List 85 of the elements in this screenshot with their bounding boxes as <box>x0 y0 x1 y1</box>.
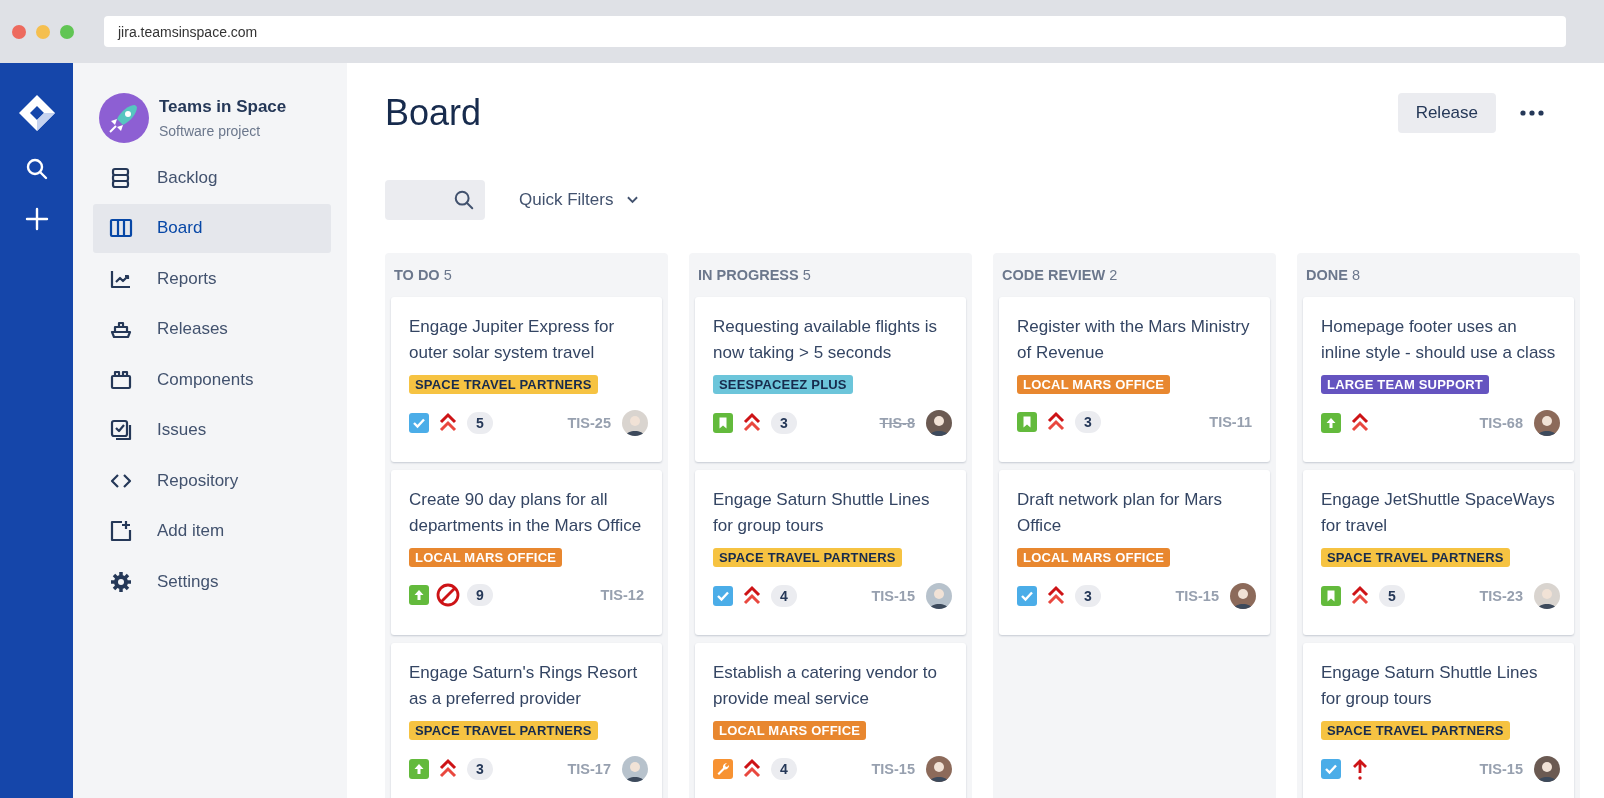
column-title: IN PROGRESS <box>698 267 799 283</box>
nav-item[interactable]: Issues <box>93 405 331 455</box>
plus-icon[interactable] <box>24 207 49 231</box>
more-icon[interactable] <box>1520 110 1544 116</box>
column-title: CODE REVIEW <box>1002 267 1106 283</box>
nav-item[interactable]: Settings <box>93 557 331 606</box>
column-count: 5 <box>802 267 811 283</box>
issue-label: SEESPACEEZ PLUS <box>713 375 853 394</box>
column-count: 2 <box>1109 267 1118 283</box>
issues-icon <box>109 418 133 442</box>
issue-card[interactable]: Engage Saturn's Rings Resort as a preferred provider SPACE TRAVEL PARTNERS 3 TIS-17 <box>391 643 662 798</box>
issue-card[interactable]: Register with the Mars Ministry of Revenue LOCAL MARS OFFICE 3 TIS-11 <box>999 297 1270 462</box>
issue-card[interactable]: Establish a catering vendor to provide meal service LOCAL MARS OFFICE 4 TIS-15 <box>695 643 966 798</box>
story-points: 5 <box>467 412 493 434</box>
issue-title: Requesting available flights is now taking > 5 seconds <box>713 316 938 364</box>
issue-card[interactable]: Engage Saturn Shuttle Lines for group tours SPACE TRAVEL PARTNERS 4 TIS-15 <box>695 470 966 635</box>
board-icon <box>109 216 133 240</box>
issue-title: Engage Saturn's Rings Resort as a preferred provider <box>409 662 639 710</box>
nav-item[interactable]: Backlog <box>93 153 331 202</box>
bookmark-icon <box>1017 412 1037 432</box>
story-points: 4 <box>771 758 797 780</box>
issue-title: Homepage footer uses an inline style - should use a class <box>1321 316 1557 364</box>
issue-card[interactable]: Homepage footer uses an inline style - should use a class LARGE TEAM SUPPORT TIS-68 <box>1303 297 1574 462</box>
story-points: 5 <box>1379 585 1405 607</box>
issue-title: Create 90 day plans for all departments in the Mars Office <box>409 489 643 537</box>
checkbox-icon <box>1017 586 1037 606</box>
issue-label: SPACE TRAVEL PARTNERS <box>1321 721 1510 740</box>
story-points: 3 <box>1075 585 1101 607</box>
column-count: 8 <box>1351 267 1360 283</box>
issue-label: LOCAL MARS OFFICE <box>409 548 563 567</box>
blocked-icon <box>436 583 460 607</box>
issue-card[interactable]: Requesting available flights is now taking > 5 seconds SEESPACEEZ PLUS 3 TIS-8 <box>695 297 966 462</box>
wrench-icon <box>713 759 733 779</box>
search-field[interactable] <box>385 180 485 220</box>
settings-icon <box>109 569 133 594</box>
add-icon <box>109 519 133 543</box>
story-points: 3 <box>771 412 797 434</box>
issue-card[interactable]: Engage JetShuttle SpaceWays for travel SPACE TRAVEL PARTNERS 5 TIS-23 <box>1303 470 1574 635</box>
search-icon <box>453 189 475 211</box>
issue-label: LOCAL MARS OFFICE <box>713 721 867 740</box>
checkbox-icon <box>713 586 733 606</box>
issue-title: Establish a catering vendor to provide meal service <box>713 662 938 710</box>
nav-item[interactable]: Releases <box>93 304 331 354</box>
column-count: 5 <box>443 267 452 283</box>
nav-item[interactable]: Add item <box>93 506 331 556</box>
issue-label: SPACE TRAVEL PARTNERS <box>1321 548 1510 567</box>
issue-title: Engage Saturn Shuttle Lines for group tours <box>1321 662 1539 710</box>
nav-item[interactable]: Repository <box>93 456 331 505</box>
nav-item[interactable]: Components <box>93 355 331 404</box>
issue-card[interactable]: Create 90 day plans for all departments in the Mars Office LOCAL MARS OFFICE 9 TIS-12 <box>391 470 662 635</box>
story-points: 3 <box>467 758 493 780</box>
column-title: DONE <box>1306 267 1348 283</box>
project-name: Teams in Space <box>159 97 287 117</box>
story-points: 4 <box>771 585 797 607</box>
issue-label: LARGE TEAM SUPPORT <box>1321 375 1489 394</box>
issue-title: Engage Saturn Shuttle Lines for group tours <box>713 489 931 537</box>
quick-filters-dropdown[interactable]: Quick Filters <box>513 189 645 211</box>
release-button[interactable]: Release <box>1397 93 1496 133</box>
search-icon[interactable] <box>24 157 49 181</box>
bookmark-icon <box>1321 586 1341 606</box>
issue-label: SPACE TRAVEL PARTNERS <box>409 375 598 394</box>
chevron-down-icon <box>627 196 639 204</box>
rocket-icon <box>99 93 149 143</box>
checkbox-icon <box>1321 759 1341 779</box>
issue-card[interactable]: Draft network plan for Mars Office LOCAL MARS OFFICE 3 TIS-15 <box>999 470 1270 635</box>
checkbox-icon <box>409 413 429 433</box>
column-title: TO DO <box>394 267 440 283</box>
issue-title: Engage JetShuttle SpaceWays for travel <box>1321 489 1556 537</box>
bookmark-icon <box>713 413 733 433</box>
issue-label: SPACE TRAVEL PARTNERS <box>713 548 902 567</box>
project-type: Software project <box>159 123 262 139</box>
story-points: 9 <box>467 584 493 606</box>
issue-label: SPACE TRAVEL PARTNERS <box>409 721 598 740</box>
nav-item[interactable]: Board <box>93 203 331 253</box>
issue-card[interactable]: Engage Jupiter Express for outer solar system travel SPACE TRAVEL PARTNERS 5 TIS-25 <box>391 297 662 462</box>
nav-item[interactable]: Reports <box>93 254 331 303</box>
story-points: 3 <box>1075 411 1101 433</box>
address-bar[interactable]: jira.teamsinspace.com <box>104 16 1566 47</box>
page-title: Board <box>385 92 482 134</box>
issue-label: LOCAL MARS OFFICE <box>1017 375 1171 394</box>
issue-title: Engage Jupiter Express for outer solar system travel <box>409 316 616 364</box>
issue-card[interactable]: Engage Saturn Shuttle Lines for group tours SPACE TRAVEL PARTNERS TIS-15 <box>1303 643 1574 798</box>
issue-title: Draft network plan for Mars Office <box>1017 489 1223 537</box>
issue-label: LOCAL MARS OFFICE <box>1017 548 1171 567</box>
issue-title: Register with the Mars Ministry of Revenue <box>1017 316 1251 364</box>
